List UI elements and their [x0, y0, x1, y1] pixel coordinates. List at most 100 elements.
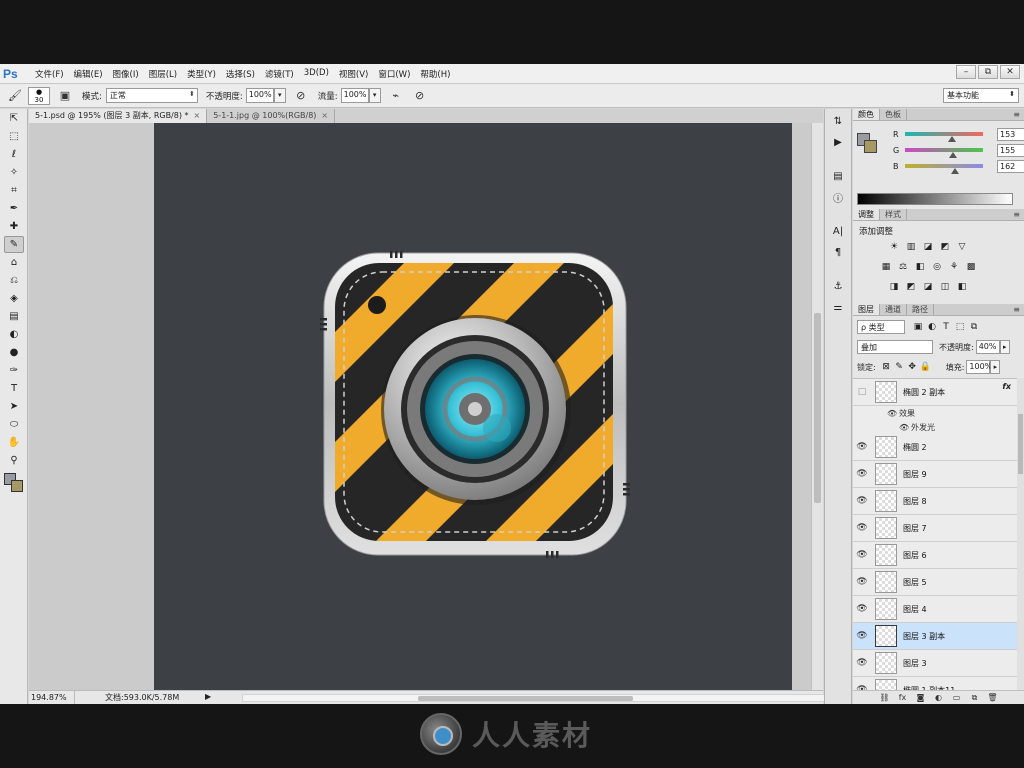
horizontal-scrollbar[interactable] [242, 694, 834, 702]
tool-icon[interactable]: ✒ [4, 200, 24, 217]
tool-icon[interactable]: ⎌ [4, 272, 24, 289]
menu-item[interactable]: 窗口(W) [378, 68, 410, 80]
layers-footer-icon[interactable]: ▭ [948, 693, 966, 702]
tool-icon[interactable]: ✚ [4, 218, 24, 235]
adjustment-icon[interactable]: ◩ [938, 241, 952, 253]
tab-styles[interactable]: 样式 [880, 209, 907, 220]
eye-icon[interactable]: 👁 [853, 469, 871, 479]
close-button[interactable]: ✕ [1000, 65, 1020, 79]
minimize-button[interactable]: – [956, 65, 976, 79]
layer-row[interactable]: 👁 图层 3 [853, 650, 1017, 677]
layer-name[interactable]: 图层 8 [903, 496, 927, 507]
lock-option-icon[interactable]: ✥ [906, 362, 919, 372]
tool-icon[interactable]: ✑ [4, 362, 24, 379]
layer-row[interactable]: 👁 图层 9 [853, 461, 1017, 488]
channel-value-field[interactable]: 153 [997, 127, 1024, 141]
layer-name[interactable]: 图层 5 [903, 577, 927, 588]
slider-thumb[interactable] [947, 136, 956, 142]
tab-document-2[interactable]: 5-1-1.jpg @ 100%(RGB/8) × [207, 109, 336, 123]
tab-swatches[interactable]: 色板 [880, 109, 907, 120]
layers-footer-icon[interactable]: ⛓ [876, 693, 894, 702]
brush-tool-icon[interactable]: 🖌 [6, 87, 24, 105]
layer-opacity-dropdown[interactable]: ▸ [999, 340, 1010, 354]
layer-name[interactable]: 椭圆 2 [903, 442, 927, 453]
tool-icon[interactable]: ⌂ [4, 254, 24, 271]
background-color-swatch[interactable] [864, 140, 877, 153]
tool-icon[interactable]: ✎ [4, 236, 24, 253]
tab-color[interactable]: 颜色 [853, 109, 880, 120]
tool-icon[interactable]: ⚲ [4, 452, 24, 469]
brush-preset-picker[interactable]: ● 30 [28, 86, 50, 105]
layer-name[interactable]: 图层 4 [903, 604, 927, 615]
lock-option-icon[interactable]: 🔒 [919, 362, 932, 372]
eye-icon[interactable]: 👁 [853, 523, 871, 533]
opacity-field[interactable]: 100% [245, 88, 274, 103]
panel-shortcut-icon[interactable]: ⓘ [828, 188, 848, 206]
tab-adjustments[interactable]: 调整 [853, 209, 880, 220]
slider-thumb[interactable] [948, 152, 957, 158]
lock-option-icon[interactable]: ⊠ [880, 362, 893, 372]
outer-glow-row[interactable]: 👁 外发光 [853, 420, 1017, 434]
menu-item[interactable]: 文件(F) [35, 68, 64, 80]
tool-icon[interactable]: ◐ [4, 326, 24, 343]
tab-layers[interactable]: 图层 [853, 304, 880, 315]
filter-kind-icon[interactable]: ⬚ [953, 322, 967, 332]
adjustment-icon[interactable]: ◨ [887, 281, 901, 293]
layer-name[interactable]: 图层 6 [903, 550, 927, 561]
fill-dropdown[interactable]: ▸ [990, 360, 1001, 374]
menu-item[interactable]: 图层(L) [149, 68, 177, 80]
panel-shortcut-icon[interactable]: ⚌ [828, 298, 848, 316]
layers-scrollbar[interactable] [1017, 378, 1024, 690]
tool-icon[interactable]: ◈ [4, 290, 24, 307]
restore-button[interactable]: ⧉ [978, 65, 998, 79]
panel-shortcut-icon[interactable]: ▶ [828, 133, 848, 151]
panel-menu-icon[interactable]: ≡ [1013, 304, 1020, 315]
adjustment-icon[interactable]: ◪ [921, 241, 935, 253]
layers-footer-icon[interactable]: fx [894, 693, 912, 702]
channel-value-field[interactable]: 155 [997, 143, 1024, 157]
airbrush-icon[interactable]: ⌁ [387, 87, 405, 105]
layer-row[interactable]: 👁 图层 7 [853, 515, 1017, 542]
tab-channels[interactable]: 通道 [880, 304, 907, 315]
flow-field[interactable]: 100% [340, 88, 369, 103]
slider-track[interactable] [905, 132, 983, 142]
status-menu-arrow-icon[interactable]: ▶ [205, 692, 211, 701]
slider-track[interactable] [905, 164, 983, 174]
eye-icon[interactable]: 👁 [853, 550, 871, 560]
layer-name[interactable]: 图层 3 副本 [903, 631, 945, 642]
layers-footer-icon[interactable]: ◐ [930, 693, 948, 702]
filter-kind-icon[interactable]: ▣ [911, 322, 925, 332]
pressure-size-icon[interactable]: ⊘ [411, 87, 429, 105]
adjustment-icon[interactable]: ⚖ [896, 261, 910, 273]
layers-footer-icon[interactable]: 🗑 [984, 693, 1002, 702]
menu-item[interactable]: 视图(V) [339, 68, 368, 80]
panel-shortcut-icon[interactable]: ¶ [828, 243, 848, 261]
adjustment-icon[interactable]: ▽ [955, 241, 969, 253]
tab-paths[interactable]: 路径 [907, 304, 934, 315]
panel-shortcut-icon[interactable]: ⇅ [828, 112, 848, 130]
slider-thumb[interactable] [950, 168, 959, 174]
eye-icon[interactable]: 👁 [853, 442, 871, 452]
pressure-opacity-icon[interactable]: ⊘ [292, 87, 310, 105]
filter-kind-icon[interactable]: T [939, 322, 953, 332]
layer-row[interactable]: 👁 图层 6 [853, 542, 1017, 569]
menu-item[interactable]: 选择(S) [226, 68, 255, 80]
close-icon[interactable]: × [321, 111, 328, 120]
artboard[interactable] [154, 123, 792, 690]
tool-icon[interactable]: ℓ [4, 146, 24, 163]
menu-item[interactable]: 帮助(H) [420, 68, 450, 80]
vertical-scrollbar[interactable] [811, 123, 823, 690]
adjustment-icon[interactable]: ⚘ [947, 261, 961, 273]
layer-name[interactable]: 图层 7 [903, 523, 927, 534]
color-ramp[interactable] [857, 193, 1013, 205]
panel-shortcut-icon[interactable]: ▤ [828, 167, 848, 185]
panel-menu-icon[interactable]: ≡ [1013, 209, 1020, 220]
eye-icon[interactable]: 👁 [887, 409, 899, 418]
adjustment-icon[interactable]: ▦ [879, 261, 893, 273]
canvas-area[interactable] [29, 123, 811, 690]
lock-option-icon[interactable]: ✎ [893, 362, 906, 372]
layer-filter-select[interactable]: ρ 类型 [857, 320, 905, 334]
menu-item[interactable]: 类型(Y) [187, 68, 216, 80]
eye-icon[interactable]: 👁 [853, 577, 871, 587]
adjustment-icon[interactable]: ◎ [930, 261, 944, 273]
